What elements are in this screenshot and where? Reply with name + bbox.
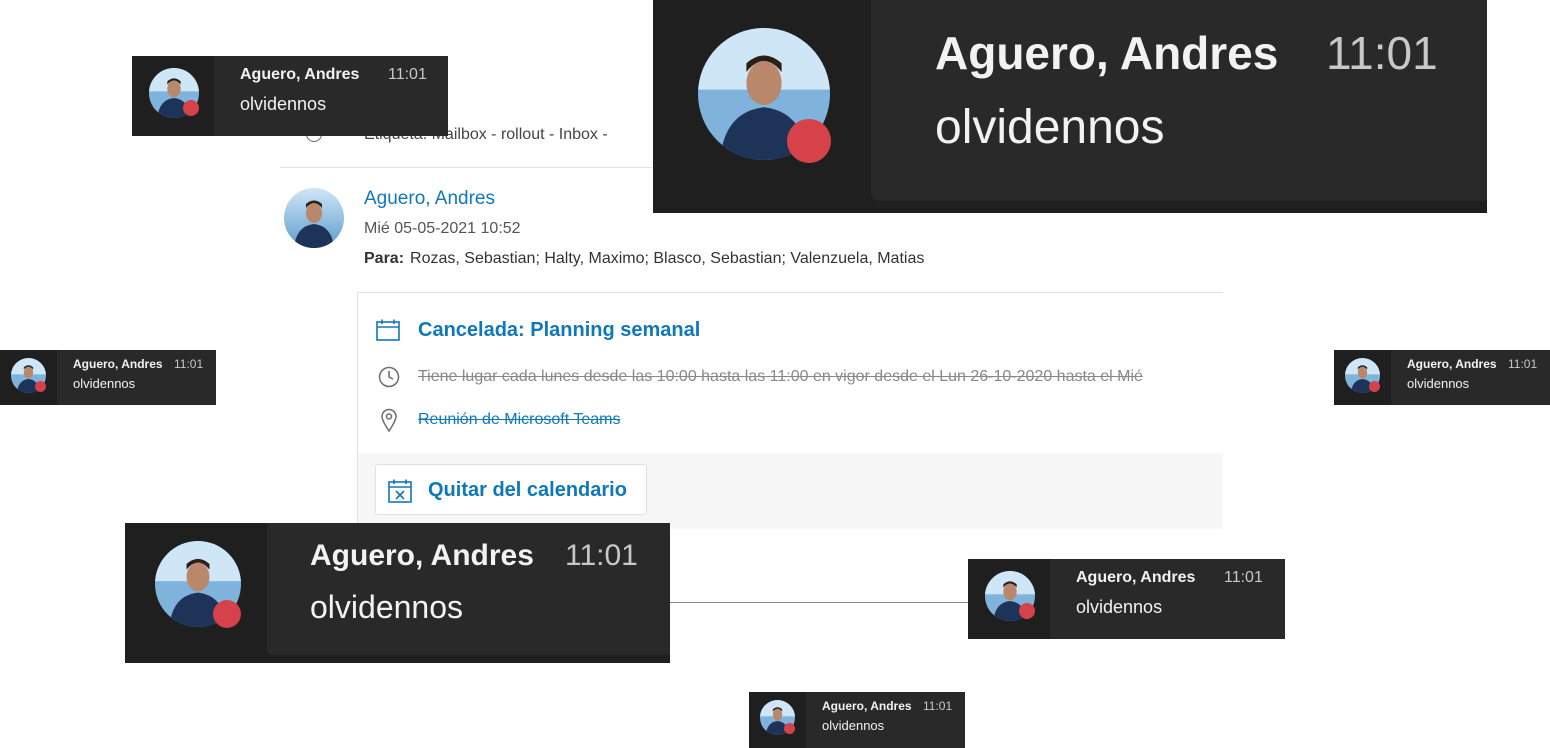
notification-message: olvidennos	[935, 101, 1165, 154]
separator-line	[669, 602, 969, 603]
notification-toast[interactable]: Aguero, Andres 11:01 olvidennos	[125, 523, 670, 663]
notification-message: olvidennos	[1407, 376, 1470, 391]
notification-sender: Aguero, Andres	[1407, 357, 1497, 371]
notification-toast[interactable]: Aguero, Andres 11:01 olvidennos	[1334, 350, 1550, 405]
recurrence-text: Tiene lugar cada lunes desde las 10:00 h…	[418, 368, 1143, 385]
status-busy-icon	[784, 723, 795, 734]
meeting-title: Cancelada: Planning semanal	[418, 319, 701, 341]
notification-sender: Aguero, Andres	[822, 699, 912, 713]
notification-sender: Aguero, Andres	[240, 66, 360, 83]
notification-time: 11:01	[923, 699, 953, 713]
recipients-list: Rozas, Sebastian; Halty, Maximo; Blasco,…	[410, 250, 925, 267]
status-busy-icon	[1369, 381, 1380, 392]
notification-time: 11:01	[174, 357, 204, 371]
notification-time: 11:01	[388, 66, 427, 83]
notification-message: olvidennos	[73, 376, 136, 391]
notification-time: 11:01	[1508, 357, 1538, 371]
notification-sender: Aguero, Andres	[935, 27, 1279, 79]
status-busy-icon	[213, 600, 241, 628]
notification-toast[interactable]: Aguero, Andres 11:01 olvidennos	[968, 559, 1285, 639]
notification-time: 11:01	[1224, 569, 1263, 586]
calendar-icon	[376, 319, 400, 341]
location-link[interactable]: Reunión de Microsoft Teams	[418, 411, 620, 429]
meeting-card: Cancelada: Planning semanal Tiene lugar …	[357, 292, 1223, 529]
notification-message: olvidennos	[310, 589, 463, 625]
remove-from-calendar-button[interactable]: Quitar del calendario	[375, 464, 647, 515]
notification-time: 11:01	[1326, 27, 1438, 79]
status-busy-icon	[1019, 603, 1035, 619]
to-label: Para:	[364, 250, 405, 267]
status-busy-icon	[35, 381, 46, 392]
divider	[280, 167, 652, 168]
notification-message: olvidennos	[1076, 597, 1163, 617]
notification-message: olvidennos	[822, 718, 885, 733]
sender-name-link[interactable]: Aguero, Andres	[364, 188, 495, 210]
notification-toast[interactable]: Aguero, Andres 11:01 olvidennos	[749, 692, 965, 748]
status-busy-icon	[183, 100, 199, 116]
notification-message: olvidennos	[240, 94, 327, 114]
calendar-remove-icon	[388, 479, 412, 503]
notification-toast[interactable]: Aguero, Andres 11:01 olvidennos	[132, 56, 448, 136]
recipients-row: Para: Rozas, Sebastian; Halty, Maximo; Bl…	[364, 250, 924, 268]
clock-icon	[378, 366, 400, 388]
notification-time: 11:01	[565, 539, 638, 572]
notification-sender: Aguero, Andres	[73, 357, 163, 371]
sent-date: Mié 05-05-2021 10:52	[364, 220, 521, 237]
location-pin-icon	[381, 408, 397, 432]
remove-from-calendar-label: Quitar del calendario	[428, 479, 627, 501]
notification-sender: Aguero, Andres	[310, 539, 534, 572]
notification-toast[interactable]: Aguero, Andres 11:01 olvidennos	[0, 350, 216, 405]
notification-sender: Aguero, Andres	[1076, 569, 1196, 586]
status-busy-icon	[787, 119, 831, 163]
notification-toast[interactable]: Aguero, Andres 11:01 olvidennos	[653, 0, 1487, 213]
sender-avatar	[284, 188, 344, 248]
